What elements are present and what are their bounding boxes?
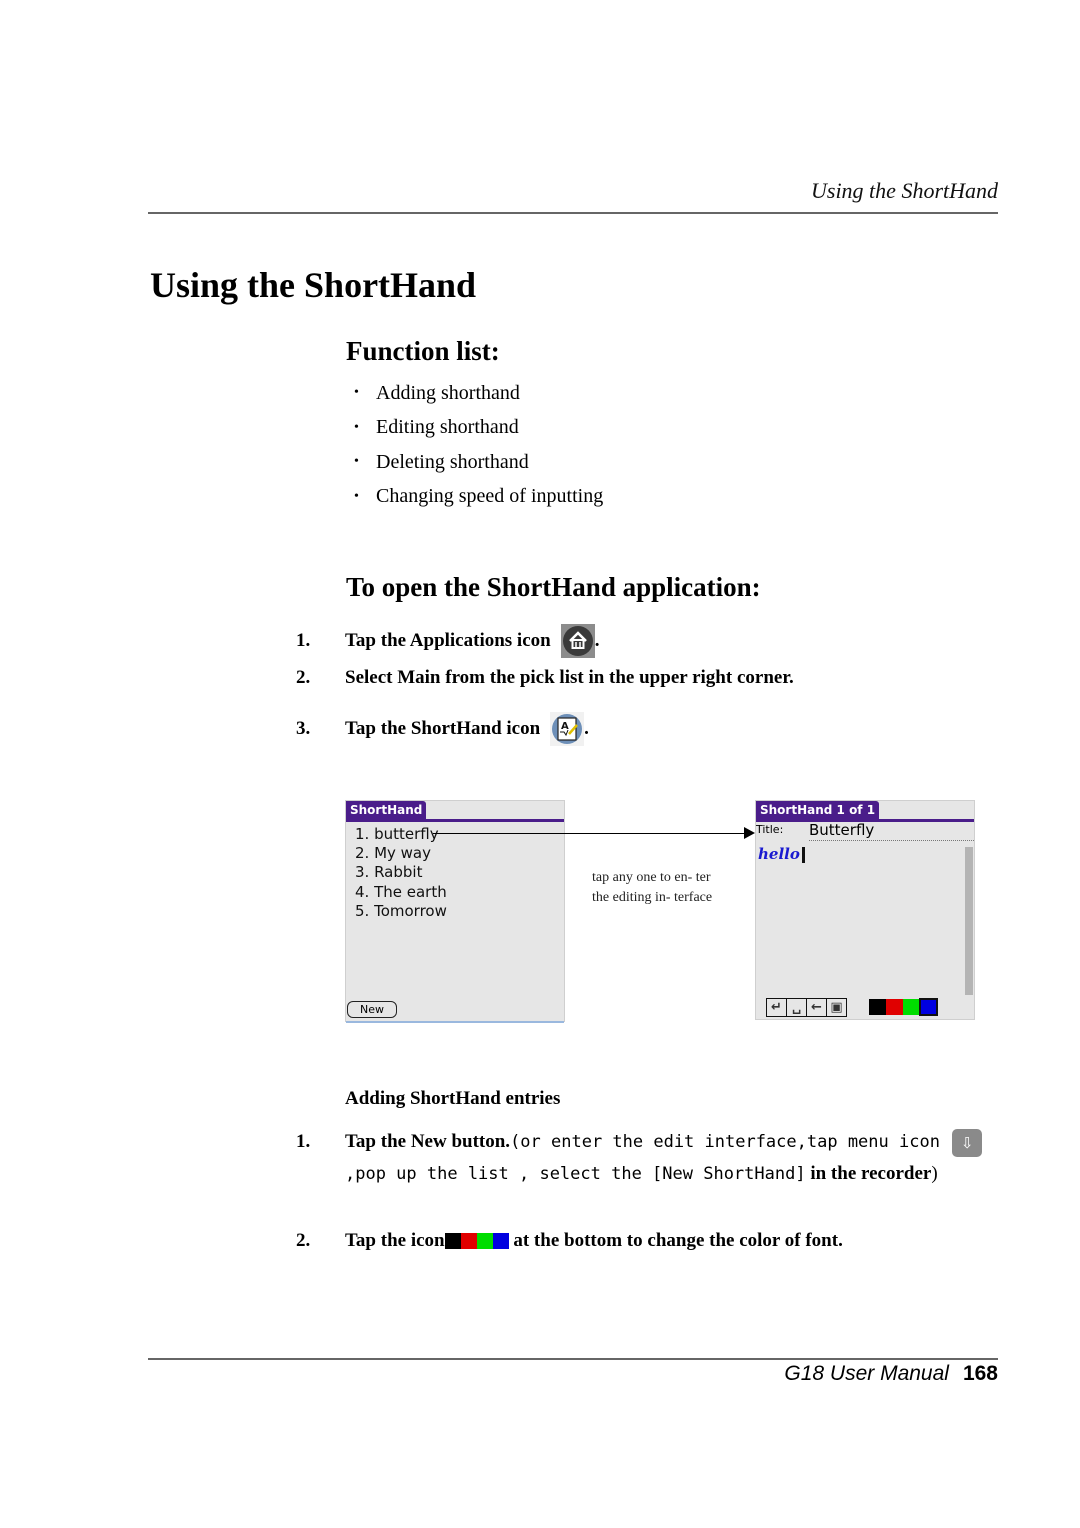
caption: tap any one to en- ter the editing in- t…	[592, 870, 713, 905]
open-step-3: 3. Tap the ShortHand icon A .	[296, 712, 589, 746]
backspace-icon[interactable]: ←	[807, 999, 827, 1016]
screen-title: ShortHand	[346, 801, 427, 819]
menu-icon: ⇩	[952, 1128, 983, 1157]
shorthand-entry-list: 1. butterfly 2. My way 3. Rabbit 4. The …	[355, 825, 447, 921]
text-cursor	[802, 847, 805, 863]
color-swatch-blue[interactable]	[919, 998, 938, 1016]
shorthand-app-icon: A	[550, 712, 585, 746]
title-field[interactable]: Butterfly	[809, 821, 874, 839]
adding-heading: Adding ShortHand entries	[345, 1088, 561, 1109]
footer: G18 User Manual 168	[600, 1362, 998, 1386]
bullet-icon: •	[354, 419, 359, 435]
save-icon[interactable]: ▣	[827, 999, 846, 1016]
open-step-2: 2. Select Main from the pick list in the…	[296, 667, 794, 688]
list-item: • Deleting shorthand	[354, 450, 529, 473]
handwriting-text: hello	[758, 845, 800, 863]
color-swatch-red-icon	[460, 1233, 477, 1249]
color-swatch-green[interactable]	[903, 999, 920, 1015]
color-swatch-black-icon	[444, 1233, 461, 1249]
list-item: • Changing speed of inputting	[354, 485, 604, 508]
header-rule	[148, 212, 998, 214]
list-item[interactable]: 3. Rabbit	[355, 863, 447, 882]
color-swatch-green-icon	[476, 1233, 493, 1249]
space-icon[interactable]: ␣	[787, 999, 807, 1016]
open-step-1: 1. Tap the Applications icon .	[296, 624, 599, 658]
enter-icon[interactable]: ↵	[767, 999, 787, 1016]
color-swatch-black[interactable]	[869, 999, 886, 1015]
edit-toolbar: ↵ ␣ ← ▣	[766, 998, 847, 1017]
list-item[interactable]: 2. My way	[355, 844, 447, 863]
arrow-right-icon	[744, 827, 755, 839]
connector-line	[433, 833, 746, 834]
list-item[interactable]: 4. The earth	[355, 883, 447, 902]
footer-rule	[148, 1358, 998, 1360]
bullet-icon: •	[354, 488, 359, 504]
running-header: Using the ShortHand	[811, 178, 998, 203]
color-palette	[869, 998, 938, 1016]
bullet-icon: •	[354, 454, 359, 470]
bullet-icon: •	[354, 385, 359, 401]
list-item: • Adding shorthand	[354, 381, 520, 404]
scrollbar[interactable]	[965, 847, 973, 995]
open-app-title: To open the ShortHand application:	[346, 572, 761, 602]
title-label: Title:	[756, 823, 784, 836]
list-item[interactable]: 1. butterfly	[355, 825, 447, 844]
page-title: Using the ShortHand	[150, 265, 477, 305]
screen-title: ShortHand 1 of 1	[756, 801, 880, 819]
shorthand-edit-screen: ShortHand 1 of 1 Title: Butterfly hello …	[755, 800, 975, 1020]
new-button[interactable]: New	[347, 1001, 397, 1018]
color-swatch-red[interactable]	[886, 999, 903, 1015]
list-item[interactable]: 5. Tomorrow	[355, 902, 447, 921]
function-list: • Adding shorthand • Editing shorthand • De…	[354, 376, 603, 514]
color-icons	[444, 1233, 509, 1249]
color-swatch-blue-icon	[492, 1233, 509, 1249]
list-item: • Editing shorthand	[354, 416, 519, 439]
applications-home-icon	[560, 624, 595, 658]
page-number: 168	[962, 1362, 998, 1385]
function-list-title: Function list:	[346, 336, 500, 366]
adding-step-1: 1. Tap the New button.(or enter the edit…	[296, 1126, 996, 1190]
manual-name: G18 User Manual	[784, 1362, 949, 1385]
adding-step-2: 2. Tap the icon at the bottom to change …	[296, 1230, 843, 1251]
